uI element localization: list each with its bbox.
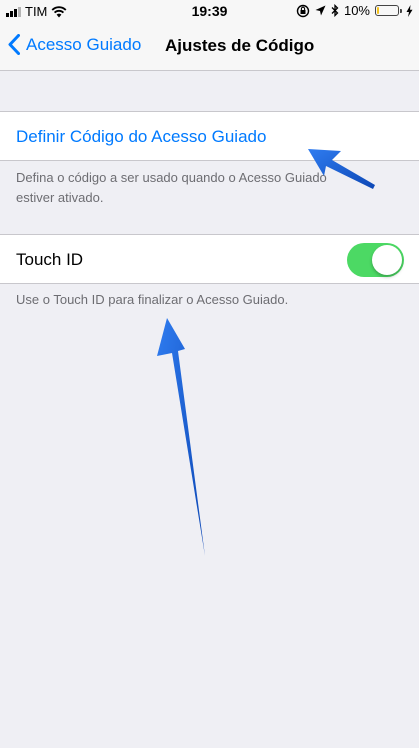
toggle-knob (372, 245, 402, 275)
touch-id-toggle[interactable] (347, 243, 404, 277)
orientation-lock-icon (296, 4, 310, 17)
battery-icon (375, 5, 402, 16)
chevron-left-icon (8, 34, 20, 55)
back-button-label: Acesso Guiado (26, 34, 142, 54)
passcode-footer-line1: Defina o código a ser usado quando o Ace… (16, 170, 327, 185)
page-title: Ajustes de Código (165, 36, 315, 55)
status-bar-right: 10% (296, 3, 413, 18)
back-button[interactable]: Acesso Guiado (8, 34, 141, 55)
touch-id-label: Touch ID (16, 250, 84, 269)
passcode-footer-line2: estiver ativado. (16, 190, 104, 205)
passcode-footer: Defina o código a ser usado quando o Ace… (16, 168, 406, 208)
status-bar: TIM 19:39 10% (0, 0, 419, 22)
set-passcode-cell[interactable]: Definir Código do Acesso Guiado (0, 111, 419, 161)
bluetooth-icon (331, 4, 339, 17)
navigation-bar: Acesso Guiado Ajustes de Código (0, 22, 419, 71)
battery-percent: 10% (343, 3, 370, 18)
touch-id-footer: Use o Touch ID para finalizar o Acesso G… (16, 292, 289, 307)
charging-icon (406, 4, 413, 17)
arrow-to-touch-id-icon (157, 318, 205, 556)
set-passcode-link[interactable]: Definir Código do Acesso Guiado (16, 127, 266, 147)
touch-id-cell: Touch ID (0, 234, 419, 284)
location-icon (315, 5, 326, 16)
